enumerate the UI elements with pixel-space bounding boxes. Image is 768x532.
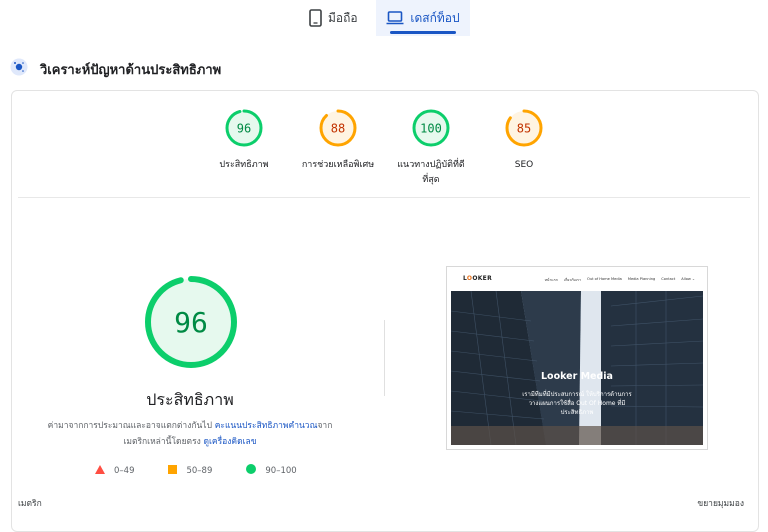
gauge-seo-label: SEO bbox=[514, 160, 534, 170]
gauge-accessibility[interactable]: 88 การช่วยเหลือพิเศษ bbox=[288, 108, 388, 173]
legend-fail-range: 0–49 bbox=[114, 465, 135, 476]
phone-icon bbox=[309, 9, 322, 27]
legend-average: 50–89 bbox=[168, 464, 213, 477]
performance-description: ค่ามาจากการประมาณและอาจแตกต่างกันไป คะแน… bbox=[30, 418, 350, 450]
site-nav-link: เกี่ยวกับเรา bbox=[563, 278, 582, 282]
laptop-icon bbox=[386, 11, 404, 25]
analysis-dot-icon bbox=[10, 58, 28, 80]
hero-subtitle-line: ประสิทธิภาพ bbox=[560, 409, 594, 416]
site-navbar: LOOKER หน้าแรก เกี่ยวกับเรา Out of Home … bbox=[447, 267, 707, 291]
site-nav-link: Allow ⌄ bbox=[681, 277, 695, 281]
legend-pass: 90–100 bbox=[246, 464, 297, 477]
gauge-accessibility-score: 88 bbox=[331, 122, 345, 136]
gauge-performance[interactable]: 96 ประสิทธิภาพ bbox=[194, 108, 294, 173]
tab-desktop[interactable]: เดสก์ท็อป bbox=[376, 0, 470, 36]
legend-fail: 0–49 bbox=[95, 464, 135, 477]
vertical-separator bbox=[384, 320, 385, 396]
gauge-seo-score: 85 bbox=[517, 122, 531, 136]
triangle-icon bbox=[95, 464, 105, 477]
tab-active-indicator bbox=[390, 31, 456, 34]
gauge-performance-score: 96 bbox=[237, 122, 251, 136]
desc-text-1: ค่ามาจากการประมาณและอาจแตกต่างกันไป bbox=[47, 421, 215, 431]
gauge-performance-label: ประสิทธิภาพ bbox=[219, 160, 269, 170]
tab-mobile-label: มือถือ bbox=[328, 10, 358, 25]
metrics-heading: เมตริก bbox=[18, 499, 42, 509]
legend-pass-range: 90–100 bbox=[265, 465, 297, 476]
analysis-header: วิเคราะห์ปัญหาด้านประสิทธิภาพ bbox=[10, 58, 221, 80]
calculator-link[interactable]: ดูเครื่องคิดเลข bbox=[203, 437, 256, 447]
site-logo: LOOKER bbox=[463, 275, 492, 282]
performance-title: ประสิทธิภาพ bbox=[146, 390, 234, 409]
gauge-best-practices-label: แนวทางปฏิบัติที่ดีที่สุด bbox=[397, 160, 465, 185]
desc-text-3: เมตริกเหล่านี้โดยตรง bbox=[123, 437, 204, 447]
expand-view-toggle[interactable]: ขยายมุมมอง bbox=[697, 496, 744, 510]
score-legend: 0–49 50–89 90–100 bbox=[95, 464, 319, 477]
square-icon bbox=[168, 464, 178, 477]
tab-mobile[interactable]: มือถือ bbox=[309, 0, 369, 36]
hero-title: Looker Media bbox=[541, 371, 613, 382]
hero-image: Looker Media เรามีทีมที่มีประสบการณ์ ให้… bbox=[451, 291, 703, 445]
gauge-seo[interactable]: 85 SEO bbox=[474, 108, 574, 173]
site-nav-link: Media Planning bbox=[627, 277, 656, 281]
tab-desktop-label: เดสก์ท็อป bbox=[410, 10, 460, 25]
gauge-best-practices[interactable]: 100 แนวทางปฏิบัติที่ดีที่สุด bbox=[381, 108, 481, 188]
section-divider bbox=[18, 197, 750, 198]
gauge-best-practices-score: 100 bbox=[420, 122, 442, 136]
score-gauges: 96 ประสิทธิภาพ 88 การช่วยเหลือพิเศษ 100 … bbox=[0, 108, 768, 188]
score-calculation-link[interactable]: คะแนนประสิทธิภาพคำนวณ bbox=[215, 421, 318, 431]
legend-average-range: 50–89 bbox=[186, 465, 213, 476]
performance-gauge-large: 96 bbox=[143, 274, 239, 374]
desc-text-2: จาก bbox=[317, 421, 333, 431]
performance-score-large: 96 bbox=[174, 306, 208, 339]
site-nav-link: Out of Home Media bbox=[587, 277, 622, 281]
circle-icon bbox=[246, 464, 257, 477]
site-nav-links: หน้าแรก เกี่ยวกับเรา Out of Home Media M… bbox=[545, 277, 695, 283]
gauge-accessibility-label: การช่วยเหลือพิเศษ bbox=[301, 160, 375, 170]
site-nav-link: หน้าแรก bbox=[544, 278, 558, 282]
final-screenshot[interactable]: LOOKER หน้าแรก เกี่ยวกับเรา Out of Home … bbox=[446, 266, 708, 450]
device-tabs: มือถือ เดสก์ท็อป bbox=[0, 0, 768, 40]
analysis-title: วิเคราะห์ปัญหาด้านประสิทธิภาพ bbox=[40, 62, 222, 78]
site-nav-link: Contact bbox=[661, 277, 676, 281]
